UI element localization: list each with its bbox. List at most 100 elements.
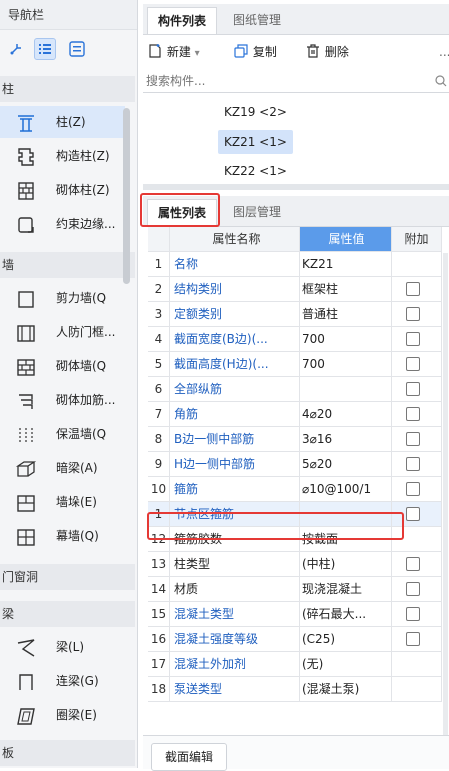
property-value[interactable]: 700 [300, 327, 392, 351]
nav-scrollbar[interactable] [123, 108, 130, 284]
expand-icon[interactable] [6, 38, 28, 60]
component-item[interactable]: KZ19 <2> [218, 100, 293, 124]
property-value[interactable]: 现浇混凝土 [300, 577, 392, 601]
tab-drawing-management[interactable]: 图纸管理 [223, 7, 291, 34]
table-row[interactable]: 17 混凝土外加剂 (无) [148, 652, 442, 677]
add-checkbox[interactable] [406, 407, 420, 421]
hidden-beam-icon [15, 458, 37, 480]
nav-item-ring-beam[interactable]: 圈梁(E) [0, 699, 125, 731]
category-column[interactable]: 柱 [0, 76, 135, 102]
list-view-icon[interactable] [34, 38, 56, 60]
add-checkbox[interactable] [406, 607, 420, 621]
table-row[interactable]: 2 结构类别 框架柱 [148, 277, 442, 302]
property-value[interactable]: 4⌀20 [300, 402, 392, 426]
delete-button[interactable]: 删除 [305, 36, 349, 68]
category-door-window[interactable]: 门窗洞 [0, 564, 135, 590]
nav-item-boundary-column[interactable]: 约束边缘... [0, 208, 125, 240]
nav-item-wall-pier[interactable]: 墙垛(E) [0, 486, 125, 518]
row-index: 18 [148, 677, 170, 701]
panel-splitter[interactable] [143, 184, 449, 190]
nav-item-insulation-wall[interactable]: 保温墙(Q [0, 418, 125, 450]
property-value[interactable]: 5⌀20 [300, 452, 392, 476]
nav-item-hidden-beam[interactable]: 暗梁(A) [0, 452, 125, 484]
search-input[interactable] [146, 72, 426, 90]
table-row[interactable]: 8 B边一侧中部筋 3⌀16 [148, 427, 442, 452]
property-value[interactable]: 框架柱 [300, 277, 392, 301]
table-row[interactable]: 6 全部纵筋 [148, 377, 442, 402]
nav-item-curtain-wall[interactable]: 幕墙(Q) [0, 520, 125, 552]
tab-layer-management[interactable]: 图层管理 [223, 199, 291, 226]
nav-item-column[interactable]: 柱(Z) [0, 106, 125, 138]
add-checkbox[interactable] [406, 282, 420, 296]
add-cell [392, 602, 442, 626]
category-beam[interactable]: 梁 [0, 601, 135, 627]
property-value[interactable]: 700 [300, 352, 392, 376]
search-icon[interactable] [435, 75, 447, 87]
table-row[interactable]: 15 混凝土类型 (碎石最大... [148, 602, 442, 627]
property-value[interactable] [300, 377, 392, 401]
table-row[interactable]: 10 箍筋 ⌀10@100/1 [148, 477, 442, 502]
component-item[interactable]: KZ22 <1> [218, 160, 293, 178]
coupling-beam-icon [15, 671, 37, 693]
nav-item-civil-defense-door[interactable]: 人防门框... [0, 316, 125, 348]
add-checkbox[interactable] [406, 307, 420, 321]
category-slab[interactable]: 板 [0, 740, 135, 766]
property-value[interactable]: 3⌀16 [300, 427, 392, 451]
table-row[interactable]: 5 截面高度(H边)(... 700 [148, 352, 442, 377]
nav-item-coupling-beam[interactable]: 连梁(G) [0, 665, 125, 697]
table-row[interactable]: 9 H边一侧中部筋 5⌀20 [148, 452, 442, 477]
table-row[interactable]: 13 柱类型 (中柱) [148, 552, 442, 577]
nav-item-label: 暗梁(A) [56, 461, 98, 475]
property-value[interactable]: (C25) [300, 627, 392, 651]
tab-component-list[interactable]: 构件列表 [147, 7, 218, 34]
property-name: 定额类别 [170, 302, 300, 326]
table-row[interactable]: 7 角筋 4⌀20 [148, 402, 442, 427]
add-checkbox[interactable] [406, 432, 420, 446]
property-value[interactable]: (混凝土泵) [300, 677, 392, 701]
nav-item-beam[interactable]: 梁(L) [0, 631, 125, 663]
table-row[interactable]: 3 定额类别 普通柱 [148, 302, 442, 327]
add-checkbox[interactable] [406, 357, 420, 371]
row-index: 7 [148, 402, 170, 426]
more-icon[interactable]: ... [439, 36, 449, 68]
property-value[interactable]: ⌀10@100/1 [300, 477, 392, 501]
new-button[interactable]: 新建 ▾ [147, 36, 200, 68]
property-value[interactable]: 普通柱 [300, 302, 392, 326]
add-checkbox[interactable] [406, 382, 420, 396]
add-checkbox[interactable] [406, 582, 420, 596]
chevron-down-icon[interactable]: ▾ [195, 48, 200, 59]
add-checkbox[interactable] [406, 507, 420, 521]
nav-item-shear-wall[interactable]: 剪力墙(Q [0, 282, 125, 314]
add-checkbox[interactable] [406, 557, 420, 571]
table-row[interactable]: 4 截面宽度(B边)(... 700 [148, 327, 442, 352]
add-cell [392, 627, 442, 651]
detail-view-icon[interactable] [66, 38, 88, 60]
add-checkbox[interactable] [406, 482, 420, 496]
property-value[interactable]: (中柱) [300, 552, 392, 576]
add-checkbox[interactable] [406, 632, 420, 646]
nav-item-masonry-rebar[interactable]: 砌体加筋... [0, 384, 125, 416]
property-value[interactable]: (无) [300, 652, 392, 676]
copy-button[interactable]: 复制 [233, 36, 277, 68]
property-name: H边一侧中部筋 [170, 452, 300, 476]
component-item-selected[interactable]: KZ21 <1> [218, 130, 293, 154]
section-edit-button[interactable]: 截面编辑 [151, 743, 228, 771]
column-icon [15, 112, 37, 134]
property-value[interactable]: (碎石最大... [300, 602, 392, 626]
table-row[interactable]: 18 泵送类型 (混凝土泵) [148, 677, 442, 702]
property-name: 箍筋 [170, 477, 300, 501]
table-row[interactable]: 1 名称 KZ21 [148, 252, 442, 277]
nav-item-label: 砌体加筋... [56, 393, 116, 407]
nav-item-masonry-wall[interactable]: 砌体墙(Q [0, 350, 125, 382]
boundary-column-icon [15, 214, 37, 236]
nav-item-masonry-column[interactable]: 砌体柱(Z) [0, 174, 125, 206]
table-row[interactable]: 14 材质 现浇混凝土 [148, 577, 442, 602]
category-wall[interactable]: 墙 [0, 252, 135, 278]
table-row[interactable]: 16 混凝土强度等级 (C25) [148, 627, 442, 652]
add-cell [392, 377, 442, 401]
nav-item-construct-column[interactable]: 构造柱(Z) [0, 140, 125, 172]
property-value[interactable]: KZ21 [300, 252, 392, 276]
add-checkbox[interactable] [406, 457, 420, 471]
add-checkbox[interactable] [406, 332, 420, 346]
table-scrollbar[interactable] [443, 253, 448, 743]
